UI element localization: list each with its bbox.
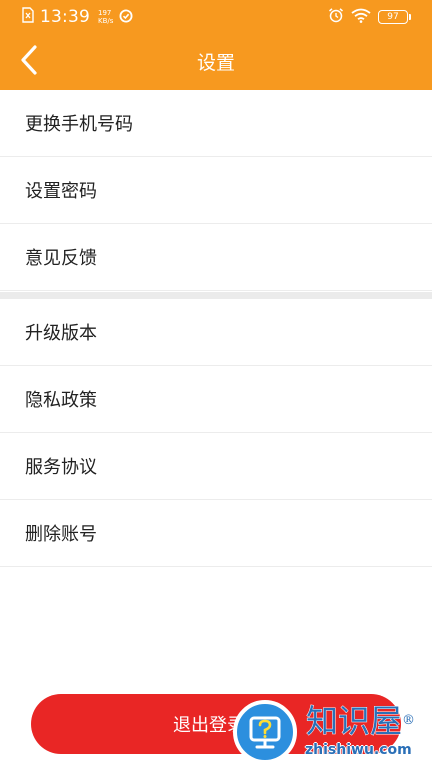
- menu-item-service-agreement[interactable]: 服务协议: [0, 433, 432, 500]
- header: 13:39 197 KB/s 97 设置: [0, 0, 432, 90]
- menu-group-about: 升级版本 隐私政策 服务协议 删除账号: [0, 299, 432, 567]
- navigation-bar: 设置: [0, 34, 432, 90]
- status-bar: 13:39 197 KB/s 97: [0, 0, 432, 34]
- network-speed-unit: KB/s: [98, 17, 114, 25]
- group-divider: [0, 292, 432, 299]
- status-time: 13:39: [40, 7, 90, 27]
- menu-item-set-password[interactable]: 设置密码: [0, 157, 432, 224]
- menu-item-feedback[interactable]: 意见反馈: [0, 224, 432, 291]
- network-speed: 197 KB/s: [98, 9, 113, 25]
- watermark-registered-mark: ®: [402, 713, 416, 729]
- menu-item-upgrade-version[interactable]: 升级版本: [0, 299, 432, 366]
- sync-icon: [119, 8, 133, 27]
- menu-item-delete-account[interactable]: 删除账号: [0, 500, 432, 567]
- status-right: 97: [328, 7, 411, 27]
- menu-item-change-phone[interactable]: 更换手机号码: [0, 90, 432, 157]
- settings-screen: 13:39 197 KB/s 97 设置 更换手机号码 设置密码 意见反馈 升级…: [0, 0, 432, 768]
- network-speed-value: 197: [98, 9, 112, 17]
- wifi-icon: [351, 8, 371, 27]
- logout-button[interactable]: 退出登录: [31, 694, 401, 754]
- status-left: 13:39 197 KB/s: [22, 6, 133, 28]
- menu-group-account: 更换手机号码 设置密码 意见反馈: [0, 90, 432, 291]
- page-title: 设置: [196, 52, 235, 74]
- sim-card-icon: [22, 7, 34, 27]
- alarm-icon: [328, 7, 344, 27]
- battery-icon: 97: [378, 10, 411, 24]
- menu-item-privacy-policy[interactable]: 隐私政策: [0, 366, 432, 433]
